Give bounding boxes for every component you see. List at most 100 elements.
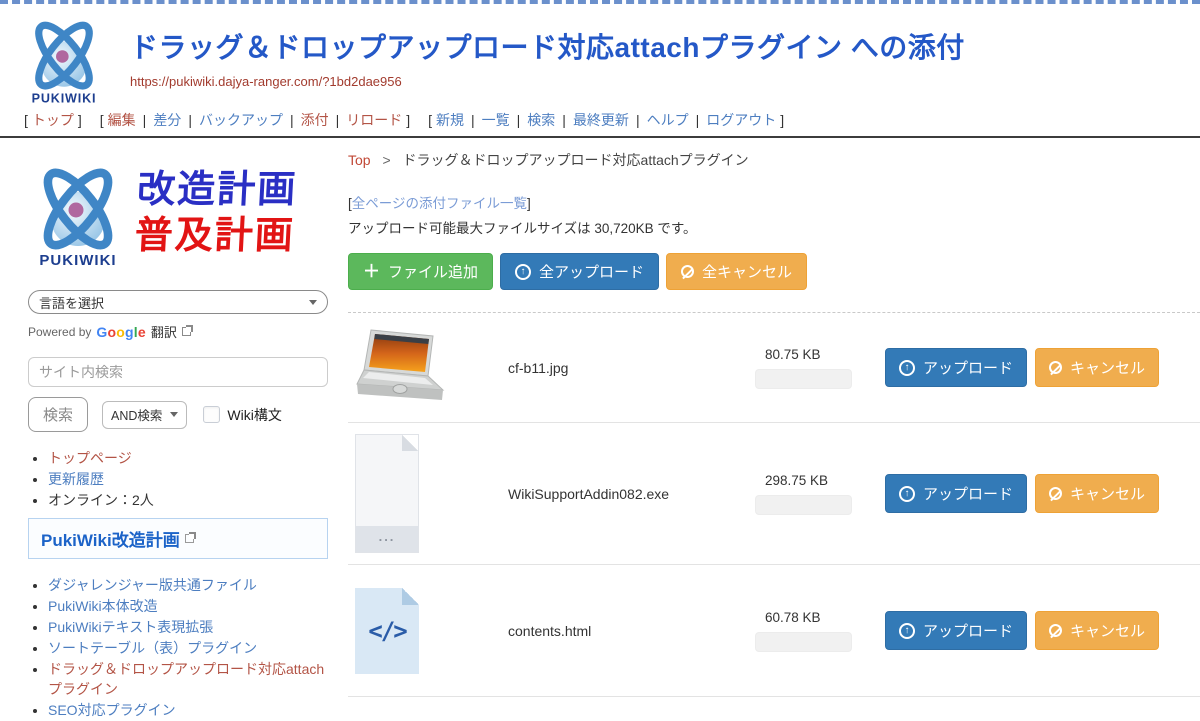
wiki-syntax-checkbox[interactable] bbox=[203, 406, 220, 423]
file-size-cell: 298.75 KB bbox=[755, 473, 865, 515]
nav-item-attach[interactable]: 添付 bbox=[301, 112, 329, 128]
nav-bracket: [ bbox=[100, 112, 104, 128]
banner-line-1: 改造計画 bbox=[136, 167, 298, 213]
nav-separator: | bbox=[471, 112, 475, 128]
file-row: ... WikiSupportAddin082.exe 298.75 KB ↑ … bbox=[348, 423, 1200, 565]
nav-item-help[interactable]: ヘルプ bbox=[647, 112, 689, 128]
upload-all-button[interactable]: ↑ 全アップロード bbox=[500, 253, 659, 290]
list-item: ダジャレンジャー版共通ファイル bbox=[48, 575, 328, 595]
cancel-all-button[interactable]: 全キャンセル bbox=[666, 253, 807, 290]
nav-item-new[interactable]: 新規 bbox=[436, 112, 464, 128]
header-text: ドラッグ＆ドロップアップロード対応attachプラグイン への添付 https:… bbox=[130, 12, 965, 89]
logo-wordmark: PUKIWIKI bbox=[32, 92, 97, 106]
nav-item-search[interactable]: 検索 bbox=[527, 112, 555, 128]
nav-item-recent[interactable]: 最終更新 bbox=[573, 112, 629, 128]
nav-item-edit[interactable]: 編集 bbox=[108, 112, 136, 128]
cancel-button[interactable]: キャンセル bbox=[1035, 348, 1159, 387]
up-arrow-icon: ↑ bbox=[905, 626, 910, 636]
cancel-label: キャンセル bbox=[1070, 620, 1145, 641]
search-button[interactable]: 検索 bbox=[28, 397, 88, 432]
file-actions: ↑ アップロード キャンセル bbox=[865, 474, 1200, 513]
upload-button[interactable]: ↑ アップロード bbox=[885, 474, 1027, 513]
nav-separator: | bbox=[636, 112, 640, 128]
search-mode-select[interactable]: AND検索 bbox=[102, 401, 187, 429]
google-translate-attribution: Powered by Google 翻訳 bbox=[28, 322, 328, 341]
up-arrow-icon: ↑ bbox=[905, 363, 910, 373]
nav-separator: | bbox=[336, 112, 340, 128]
site-search-input[interactable] bbox=[28, 357, 328, 387]
sidebar-section-heading[interactable]: PukiWiki改造計画 bbox=[41, 526, 180, 551]
nav-separator: | bbox=[290, 112, 294, 128]
language-select-value: 言語を選択 bbox=[39, 293, 104, 312]
file-row: </> contents.html 60.78 KB ↑ アップロード キャンセ… bbox=[348, 565, 1200, 697]
cancel-all-label: 全キャンセル bbox=[702, 261, 792, 282]
file-name: cf-b11.jpg bbox=[508, 360, 755, 376]
page-url[interactable]: https://pukiwiki.dajya-ranger.com/?1bd2d… bbox=[130, 74, 965, 89]
ban-icon bbox=[681, 265, 694, 278]
nav-bracket: [ bbox=[24, 112, 28, 128]
list-item: 更新履歴 bbox=[48, 469, 328, 489]
upload-button[interactable]: ↑ アップロード bbox=[885, 611, 1027, 650]
sidebar-link-seo[interactable]: SEO対応プラグイン bbox=[48, 702, 176, 718]
attach-list-line: [全ページの添付ファイル一覧] bbox=[348, 192, 1200, 212]
upload-toolbar: ＋ ファイル追加 ↑ 全アップロード 全キャンセル bbox=[348, 253, 1200, 290]
breadcrumb: Top > ドラッグ＆ドロップアップロード対応attachプラグイン bbox=[348, 150, 1200, 170]
upload-all-label: 全アップロード bbox=[539, 261, 644, 282]
list-item: オンライン：2人 bbox=[48, 490, 328, 510]
nav-item-reload[interactable]: リロード bbox=[346, 112, 402, 128]
nav-separator: | bbox=[143, 112, 147, 128]
file-dropzone[interactable]: cf-b11.jpg 80.75 KB ↑ アップロード キャンセル bbox=[348, 312, 1200, 697]
nav-item-list[interactable]: 一覧 bbox=[482, 112, 510, 128]
sidebar: PUKIWIKI 改造計画 普及計画 言語を選択 Powered by Goog… bbox=[0, 138, 328, 721]
search-mode-value: AND検索 bbox=[111, 405, 162, 424]
all-attachments-link[interactable]: 全ページの添付ファイル一覧 bbox=[352, 196, 527, 211]
online-count: オンライン：2人 bbox=[48, 492, 154, 508]
nav-item-diff[interactable]: 差分 bbox=[153, 112, 181, 128]
nav-item-top[interactable]: トップ bbox=[32, 112, 74, 128]
sidebar-link-history[interactable]: 更新履歴 bbox=[48, 471, 104, 487]
plus-icon: ＋ bbox=[363, 263, 380, 280]
nav-bracket: [ bbox=[428, 112, 432, 128]
file-row: cf-b11.jpg 80.75 KB ↑ アップロード キャンセル bbox=[348, 313, 1200, 423]
header: PUKIWIKI ドラッグ＆ドロップアップロード対応attachプラグイン への… bbox=[0, 4, 1200, 106]
breadcrumb-separator: > bbox=[382, 152, 390, 168]
upload-button[interactable]: ↑ アップロード bbox=[885, 348, 1027, 387]
sidebar-link-toppage[interactable]: トップページ bbox=[48, 450, 132, 466]
banner-slogan: 改造計画 普及計画 bbox=[134, 167, 299, 259]
breadcrumb-home[interactable]: Top bbox=[348, 152, 371, 168]
file-name: WikiSupportAddin082.exe bbox=[508, 486, 755, 502]
bracket: ] bbox=[527, 196, 531, 211]
cancel-button[interactable]: キャンセル bbox=[1035, 474, 1159, 513]
banner-line-2: 普及計画 bbox=[134, 213, 296, 259]
sidebar-section-box: PukiWiki改造計画 bbox=[28, 518, 328, 559]
upload-label: アップロード bbox=[923, 357, 1013, 378]
list-item: PukiWiki本体改造 bbox=[48, 596, 328, 616]
sidebar-link-dnd-attach[interactable]: ドラッグ＆ドロップアップロード対応attachプラグイン bbox=[48, 661, 324, 697]
upload-circle-icon: ↑ bbox=[899, 486, 915, 502]
add-file-button[interactable]: ＋ ファイル追加 bbox=[348, 253, 493, 290]
page-title: ドラッグ＆ドロップアップロード対応attachプラグイン への添付 bbox=[130, 26, 965, 66]
upload-progress-bar bbox=[755, 495, 852, 515]
sidebar-link-sorttable[interactable]: ソートテーブル（表）プラグイン bbox=[48, 640, 257, 656]
nav-item-backup[interactable]: バックアップ bbox=[199, 112, 283, 128]
sidebar-link-core-mods[interactable]: PukiWiki本体改造 bbox=[48, 598, 158, 614]
translate-link[interactable]: 翻訳 bbox=[151, 322, 177, 341]
language-select[interactable]: 言語を選択 bbox=[28, 290, 328, 314]
chevron-down-icon bbox=[170, 412, 178, 417]
sidebar-banner[interactable]: PUKIWIKI 改造計画 普及計画 bbox=[28, 152, 328, 274]
cancel-button[interactable]: キャンセル bbox=[1035, 611, 1159, 650]
file-thumbnail-cell: ... bbox=[348, 434, 508, 553]
file-size: 80.75 KB bbox=[755, 347, 865, 362]
logo-wordmark: PUKIWIKI bbox=[39, 252, 116, 269]
add-file-label: ファイル追加 bbox=[388, 261, 478, 282]
nav-item-logout[interactable]: ログアウト bbox=[706, 112, 776, 128]
google-letter: g bbox=[125, 324, 134, 340]
file-icon-dots: ... bbox=[356, 526, 418, 552]
sidebar-link-common-files[interactable]: ダジャレンジャー版共通ファイル bbox=[48, 577, 257, 593]
up-arrow-icon: ↑ bbox=[905, 489, 910, 499]
breadcrumb-current: ドラッグ＆ドロップアップロード対応attachプラグイン bbox=[403, 152, 749, 168]
list-item: ドラッグ＆ドロップアップロード対応attachプラグイン bbox=[48, 659, 328, 699]
list-item: ソートテーブル（表）プラグイン bbox=[48, 638, 328, 658]
sidebar-link-text-ext[interactable]: PukiWikiテキスト表現拡張 bbox=[48, 619, 213, 635]
nav-separator: | bbox=[517, 112, 521, 128]
